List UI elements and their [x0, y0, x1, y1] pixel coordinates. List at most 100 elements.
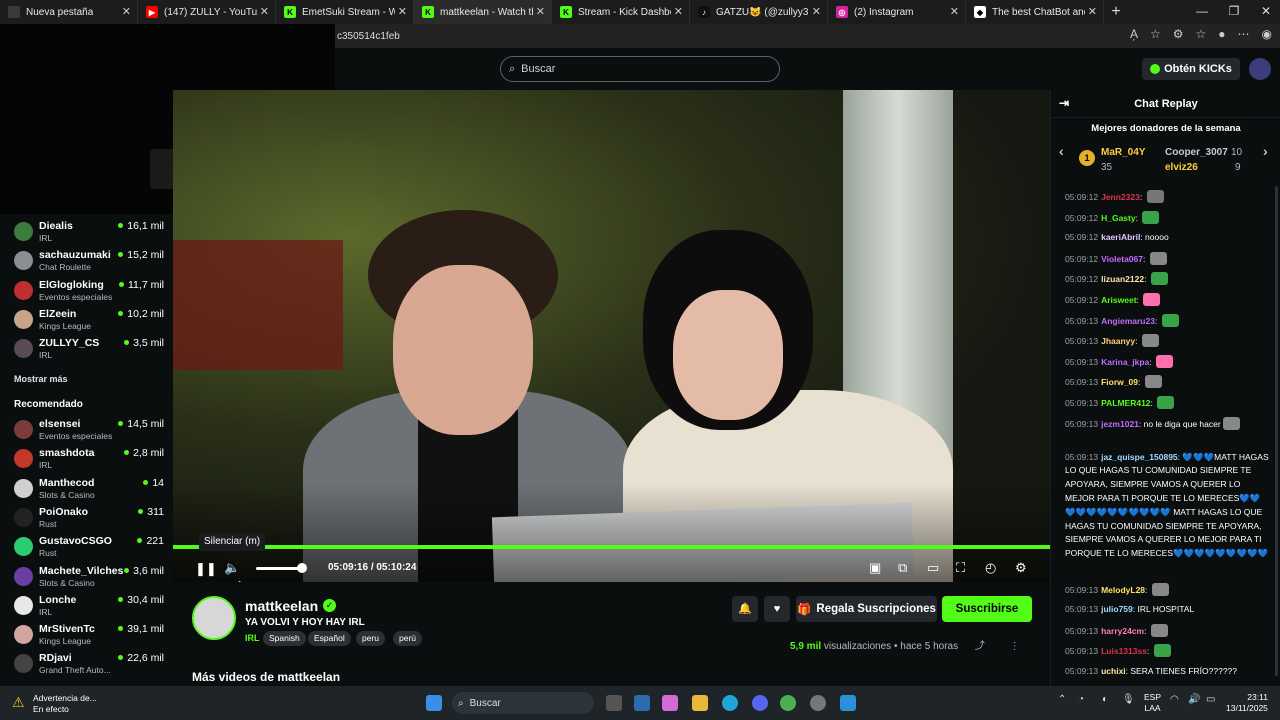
browser-tab[interactable]: Nueva pestaña ✕: [0, 0, 138, 24]
microphone-icon[interactable]: 🎙: [1122, 694, 1135, 705]
tab-close-icon[interactable]: ✕: [674, 5, 683, 18]
stream-tag[interactable]: Español: [308, 631, 351, 646]
subscribe-button[interactable]: Suscribirse: [942, 596, 1032, 622]
browser-tab[interactable]: K EmetSuki Stream - Watch Li✕: [276, 0, 414, 24]
store-icon[interactable]: [634, 695, 650, 711]
sidebar-channel[interactable]: elsensei Eventos especiales 14,5 mil: [14, 417, 164, 443]
collapse-chat-icon[interactable]: ⇥: [1059, 96, 1069, 110]
message-user[interactable]: Violeta067: [1101, 254, 1143, 264]
maximize-icon[interactable]: ❐: [1218, 0, 1250, 24]
obs-icon[interactable]: [810, 695, 826, 711]
wifi-icon[interactable]: ◠: [1170, 694, 1179, 705]
copilot-taskbar-icon[interactable]: [662, 695, 678, 711]
volume-knob[interactable]: [297, 563, 307, 573]
streamer-name[interactable]: mattkeelan: [245, 598, 318, 614]
sidebar-channel[interactable]: smashdota IRL 2,8 mil: [14, 446, 164, 472]
browser-tab[interactable]: ◆ The best ChatBot and Widg✕: [966, 0, 1104, 24]
message-user[interactable]: Angiemaru23: [1101, 316, 1155, 326]
donors-next-icon[interactable]: ›: [1263, 143, 1268, 159]
clock[interactable]: 23:11 13/11/2025: [1226, 692, 1268, 714]
message-user[interactable]: uchixi: [1101, 666, 1126, 676]
sidebar-channel[interactable]: Manthecod Slots & Casino 14: [14, 476, 164, 502]
discord-icon[interactable]: [752, 695, 768, 711]
sidebar-channel[interactable]: Lonche IRL 30,4 mil: [14, 593, 164, 619]
sidebar-channel[interactable]: ElGlogloking Eventos especiales 11,7 mil: [14, 278, 164, 304]
profile-icon[interactable]: ●: [1218, 27, 1225, 41]
app2-icon[interactable]: [840, 695, 856, 711]
pip-icon[interactable]: ▣: [869, 560, 881, 576]
donor-name[interactable]: Cooper_3007: [1165, 147, 1228, 158]
minimize-icon[interactable]: —: [1186, 0, 1218, 24]
browser-tab[interactable]: ♪ GATZU😺 (@zullyy3.0) está✕: [690, 0, 828, 24]
message-user[interactable]: lizuan2122: [1101, 274, 1144, 284]
tab-close-icon[interactable]: ✕: [536, 5, 545, 18]
message-user[interactable]: kaeriAbril: [1101, 232, 1140, 242]
message-user[interactable]: Karina_jkpa: [1101, 357, 1149, 367]
theater-icon[interactable]: ▭: [927, 560, 939, 576]
favorite-star-icon[interactable]: ☆: [1150, 27, 1161, 41]
video-progress-bar[interactable]: [173, 545, 1050, 549]
message-user[interactable]: harry24cm: [1101, 626, 1144, 636]
message-user[interactable]: MelodyL28: [1101, 585, 1145, 595]
stream-tag[interactable]: Spanish: [263, 631, 306, 646]
donor-name[interactable]: elviz26: [1165, 162, 1198, 173]
get-kicks-button[interactable]: Obtén KICKs: [1142, 58, 1240, 80]
donors-prev-icon[interactable]: ‹: [1059, 143, 1064, 159]
more-options-icon[interactable]: ⋮: [1010, 641, 1020, 652]
sidebar-channel[interactable]: ElZeein Kings League 10,2 mil: [14, 307, 164, 333]
fullscreen-icon[interactable]: ⛶: [956, 560, 965, 576]
warning-icon[interactable]: ⚠: [12, 694, 28, 710]
settings-gear-icon[interactable]: ⚙: [1015, 560, 1027, 576]
extensions-icon[interactable]: ⚙: [1173, 27, 1184, 41]
message-user[interactable]: Jhaanyy: [1101, 336, 1135, 346]
tab-close-icon[interactable]: ✕: [398, 5, 407, 18]
browser-tab[interactable]: ◎ (2) Instagram ✕: [828, 0, 966, 24]
chat-scrollbar[interactable]: [1275, 186, 1278, 676]
user-avatar[interactable]: [1249, 58, 1271, 80]
message-user[interactable]: PALMER412: [1101, 398, 1150, 408]
more-icon[interactable]: ⋯: [1238, 27, 1250, 41]
read-aloud-icon[interactable]: A᷊: [1130, 27, 1138, 41]
speed-icon[interactable]: ◴: [985, 560, 996, 576]
clip-icon[interactable]: ⧉: [898, 560, 907, 576]
follow-heart-button[interactable]: ♥: [764, 596, 790, 622]
tray-chevron-icon[interactable]: ⌃: [1058, 694, 1066, 705]
start-icon[interactable]: [426, 695, 442, 711]
file-explorer-icon[interactable]: [692, 695, 708, 711]
tab-close-icon[interactable]: ✕: [122, 5, 131, 18]
message-user[interactable]: Jenn2323: [1101, 192, 1140, 202]
message-user[interactable]: julio759: [1101, 604, 1133, 614]
notification-bell-button[interactable]: 🔔: [732, 596, 758, 622]
tab-close-icon[interactable]: ✕: [1088, 5, 1097, 18]
gift-subs-button[interactable]: 🎁 Regala Suscripciones: [796, 596, 937, 622]
pause-icon[interactable]: ❚❚: [195, 561, 217, 577]
address-bar[interactable]: c350514c1feb A᷊ ☆ ⚙ ☆ ● ⋯ ◉: [335, 24, 1280, 48]
tab-close-icon[interactable]: ✕: [950, 5, 959, 18]
weather-widget[interactable]: Advertencia de... En efecto: [33, 693, 97, 715]
app-icon[interactable]: [780, 695, 796, 711]
tab-close-icon[interactable]: ✕: [812, 5, 821, 18]
url-text[interactable]: c350514c1feb: [337, 31, 400, 42]
browser-tab[interactable]: ▶ (147) ZULLY - YouTube✕: [138, 0, 276, 24]
stream-tag[interactable]: peru: [356, 631, 386, 646]
show-more-link[interactable]: Mostrar más: [14, 374, 68, 384]
tab-close-icon[interactable]: ✕: [260, 5, 269, 18]
share-icon[interactable]: ⤴: [975, 641, 985, 652]
edge-icon[interactable]: [722, 695, 738, 711]
message-user[interactable]: Fiorw_09: [1101, 377, 1138, 387]
close-window-icon[interactable]: ✕: [1250, 0, 1280, 24]
tray-app-icon[interactable]: ◔: [1078, 694, 1084, 705]
streamer-avatar[interactable]: [192, 596, 236, 640]
sidebar-channel[interactable]: GustavoCSGO Rust 221: [14, 534, 164, 560]
sidebar-channel[interactable]: ZULLYY_CS IRL 3,5 mil: [14, 336, 164, 362]
volume-tray-icon[interactable]: 🔊: [1188, 694, 1200, 705]
volume-icon[interactable]: 🔈: [224, 560, 240, 576]
video-player[interactable]: [173, 90, 1050, 582]
browser-tab[interactable]: K Stream - Kick Dashboard✕: [552, 0, 690, 24]
message-user[interactable]: Luis1313ss: [1101, 646, 1147, 656]
donor-name[interactable]: MaR_04Y: [1101, 147, 1145, 158]
task-view-icon[interactable]: [606, 695, 622, 711]
message-user[interactable]: jezm1021: [1101, 419, 1139, 429]
stream-category[interactable]: IRL: [245, 633, 260, 643]
message-user[interactable]: Arisweet: [1101, 295, 1136, 305]
